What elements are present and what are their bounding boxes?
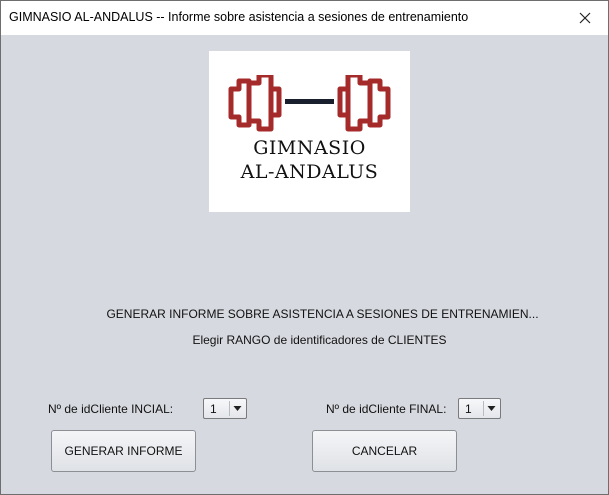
- dumbbell-icon: [228, 75, 391, 132]
- final-client-value: 1: [465, 402, 472, 416]
- final-client-label: Nº de idCliente FINAL:: [326, 402, 447, 416]
- range-instruction: Elegir RANGO de identificadores de CLIEN…: [192, 333, 447, 347]
- cancel-button[interactable]: CANCELAR: [312, 430, 457, 472]
- report-dialog-window: GIMNASIO AL-ANDALUS -- Informe sobre asi…: [0, 0, 609, 495]
- title-bar: GIMNASIO AL-ANDALUS -- Informe sobre asi…: [1, 1, 608, 35]
- close-button[interactable]: [562, 1, 608, 35]
- gym-logo: GIMNASIO AL-ANDALUS: [209, 51, 410, 212]
- generate-report-button[interactable]: GENERAR INFORME: [51, 430, 196, 472]
- final-client-select[interactable]: 1: [458, 398, 501, 419]
- initial-client-select[interactable]: 1: [203, 398, 247, 419]
- combo-separator: [229, 401, 230, 416]
- dialog-content: GIMNASIO AL-ANDALUS GENERAR INFORME SOBR…: [1, 35, 608, 494]
- window-title: GIMNASIO AL-ANDALUS -- Informe sobre asi…: [9, 10, 469, 24]
- combo-separator: [483, 401, 484, 416]
- initial-client-label: Nº de idCliente INCIAL:: [48, 402, 174, 416]
- logo-text-line1: GIMNASIO: [253, 137, 366, 159]
- chevron-down-icon: [233, 406, 242, 411]
- close-icon: [579, 12, 591, 24]
- logo-text-line2: AL-ANDALUS: [240, 161, 379, 183]
- report-heading: GENERAR INFORME SOBRE ASISTENCIA A SESIO…: [106, 307, 539, 321]
- chevron-down-icon: [487, 406, 496, 411]
- initial-client-value: 1: [210, 402, 217, 416]
